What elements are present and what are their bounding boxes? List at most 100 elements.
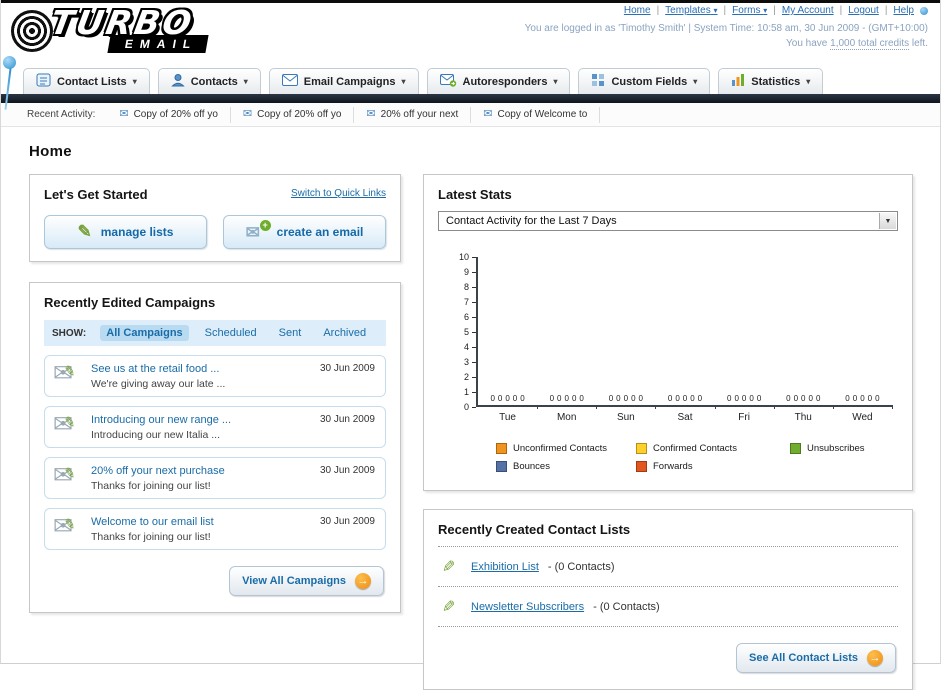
chart-value-label: 0: [852, 394, 858, 403]
tab-contact-lists[interactable]: Contact Lists ▾: [23, 68, 150, 94]
top-header: TURBO EMAIL Home Templates ▾ Forms ▾ My …: [1, 0, 940, 110]
campaign-date: 30 Jun 2009: [319, 414, 375, 425]
campaign-item[interactable]: ✉ ✎ Introducing our new range ... Introd…: [44, 406, 386, 448]
pencil-icon: ✎: [77, 222, 92, 241]
view-all-campaigns-button[interactable]: View All Campaigns →: [229, 566, 384, 596]
chart-value-label: 0: [497, 394, 503, 403]
campaign-title-link[interactable]: 20% off your next purchase: [91, 465, 225, 477]
stats-period-value: Contact Activity for the Last 7 Days: [446, 215, 617, 227]
campaign-item[interactable]: ✉ ✎ See us at the retail food ... We're …: [44, 355, 386, 397]
pencil-icon: ✎: [442, 559, 456, 576]
email-campaigns-icon: [281, 74, 298, 89]
campaign-filter-tab[interactable]: Sent: [273, 325, 308, 341]
chart-group: 0 0 0 0 0 Wed: [833, 257, 894, 423]
chart-value-label: 0: [549, 394, 555, 403]
session-info: You are logged in as 'Timothy Smith' | S…: [524, 23, 928, 34]
recent-activity-items: ✉ Copy of 20% off yo ✉ Copy of 20% off y…: [107, 106, 601, 123]
campaign-filter-tab[interactable]: All Campaigns: [100, 325, 189, 341]
contacts-icon: [170, 73, 185, 90]
tab-statistics[interactable]: Statistics ▾: [718, 68, 824, 94]
contact-list-link[interactable]: Newsletter Subscribers: [471, 601, 584, 613]
chevron-down-icon: ▾: [806, 77, 811, 86]
campaign-subtitle: Thanks for joining our list!: [91, 531, 211, 543]
campaign-filter-tab[interactable]: Scheduled: [199, 325, 263, 341]
chart-group: 0 0 0 0 0 Sat: [655, 257, 716, 423]
see-all-contact-lists-button[interactable]: See All Contact Lists →: [735, 643, 896, 673]
chart-value-label: 0: [631, 394, 636, 403]
chart-group: 0 0 0 0 0 Mon: [537, 257, 598, 423]
right-column: Latest Stats Contact Activity for the La…: [423, 174, 913, 690]
legend-swatch: [790, 443, 801, 454]
main-content: Home Let's Get Started Switch to Quick L…: [1, 127, 940, 690]
legend-swatch: [636, 443, 647, 454]
campaign-filter-tabs: All Campaigns Scheduled Sent Archived: [100, 325, 372, 341]
campaign-item[interactable]: ✉ ✎ 20% off your next purchase Thanks fo…: [44, 457, 386, 499]
campaign-list: ✉ ✎ See us at the retail food ... We're …: [44, 355, 386, 550]
campaign-date: 30 Jun 2009: [319, 516, 375, 527]
envelope-icon: ✉: [483, 108, 493, 120]
chart-value-label: 0: [512, 394, 518, 403]
recent-activity-item[interactable]: ✉ Copy of 20% off yo: [107, 106, 231, 123]
campaign-date: 30 Jun 2009: [319, 363, 375, 374]
recently-edited-campaigns-panel: Recently Edited Campaigns SHOW: All Camp…: [29, 282, 401, 613]
chart-value-label: 0: [638, 394, 643, 403]
show-label: SHOW:: [52, 327, 87, 339]
arrow-right-icon: →: [867, 650, 883, 666]
contact-list-item[interactable]: ✎ Exhibition List - (0 Contacts): [438, 547, 898, 587]
chart-value-label: 0: [675, 394, 680, 403]
envelope-icon: ✉: [242, 108, 253, 120]
nav-link-logout[interactable]: Logout: [848, 5, 879, 16]
logo-swirl-icon: [11, 10, 53, 52]
chart-value-label: 0: [756, 394, 762, 403]
legend-label: Confirmed Contacts: [653, 443, 737, 454]
credits-info: You have 1,000 total credits left.: [786, 38, 928, 50]
contact-list-item[interactable]: ✎ Newsletter Subscribers - (0 Contacts): [438, 587, 898, 627]
campaign-title-link[interactable]: Introducing our new range ...: [91, 414, 231, 426]
statistics-icon: [731, 73, 745, 90]
nav-link-templates[interactable]: Templates ▾: [665, 5, 717, 16]
chart-value-label: 0: [867, 394, 873, 403]
recent-activity-item[interactable]: ✉ 20% off your next: [354, 106, 472, 123]
recent-activity-item[interactable]: ✉ Copy of 20% off yo: [231, 106, 355, 123]
chart-value-label: 0: [749, 394, 754, 403]
select-dropdown-arrow-icon: ▼: [879, 213, 896, 229]
tab-email-campaigns[interactable]: Email Campaigns ▾: [268, 68, 419, 94]
chevron-down-icon: ▾: [132, 77, 137, 86]
get-started-panel: Let's Get Started Switch to Quick Links …: [29, 174, 401, 262]
campaign-title-link[interactable]: See us at the retail food ...: [91, 363, 225, 375]
chart-value-label: 0: [623, 394, 629, 403]
nav-link-my-account[interactable]: My Account: [782, 5, 834, 16]
contact-list-count: - (0 Contacts): [593, 601, 660, 613]
create-email-button[interactable]: ✉ + create an email: [223, 215, 386, 249]
nav-link-home[interactable]: Home: [624, 5, 651, 16]
chart-value-label: 0: [786, 394, 791, 403]
manage-lists-button[interactable]: ✎ manage lists: [44, 215, 207, 249]
chart-value-label: 0: [564, 394, 569, 403]
legend-item: Unconfirmed Contacts: [496, 443, 624, 454]
tab-contacts[interactable]: Contacts ▾: [157, 68, 261, 94]
campaign-title-link[interactable]: Welcome to our email list: [91, 516, 214, 528]
nav-link-forms[interactable]: Forms ▾: [732, 5, 767, 16]
tab-custom-fields[interactable]: Custom Fields ▾: [578, 68, 711, 94]
contact-list-link[interactable]: Exhibition List: [471, 561, 539, 573]
envelope-icon: ✉: [366, 108, 376, 120]
campaign-item[interactable]: ✉ ✎ Welcome to our email list Thanks for…: [44, 508, 386, 550]
recent-activity-item[interactable]: ✉ Copy of Welcome to: [471, 106, 601, 123]
tab-autoresponders[interactable]: Autoresponders ▾: [426, 68, 571, 94]
switch-to-quick-links[interactable]: Switch to Quick Links: [291, 188, 386, 199]
nav-link-help[interactable]: Help: [893, 5, 914, 16]
chart-plot: 0 0 0 0 0 Tue 0 0 0 0 0 Mon 0 0 0 0 0 Sun 0 0 0 0 0 Sat 0 0 0 0 0 Fri…: [476, 257, 894, 423]
credits-count[interactable]: 1,000 total credits: [830, 38, 910, 50]
campaign-filter-bar: SHOW: All Campaigns Scheduled Sent Archi…: [44, 320, 386, 346]
separator: [773, 5, 776, 16]
app-logo[interactable]: TURBO EMAIL: [11, 3, 271, 60]
legend-item: Confirmed Contacts: [636, 443, 778, 454]
legend-item: Bounces: [496, 461, 624, 472]
chart-value-label: 0: [860, 394, 865, 403]
chevron-down-icon: ▾: [693, 77, 698, 86]
envelope-plus-icon: ✉ +: [246, 220, 271, 242]
left-column: Let's Get Started Switch to Quick Links …: [29, 174, 401, 613]
campaign-filter-tab[interactable]: Archived: [317, 325, 372, 341]
stats-period-select[interactable]: Contact Activity for the Last 7 Days ▼: [438, 211, 898, 231]
custom-fields-icon: [591, 73, 605, 90]
